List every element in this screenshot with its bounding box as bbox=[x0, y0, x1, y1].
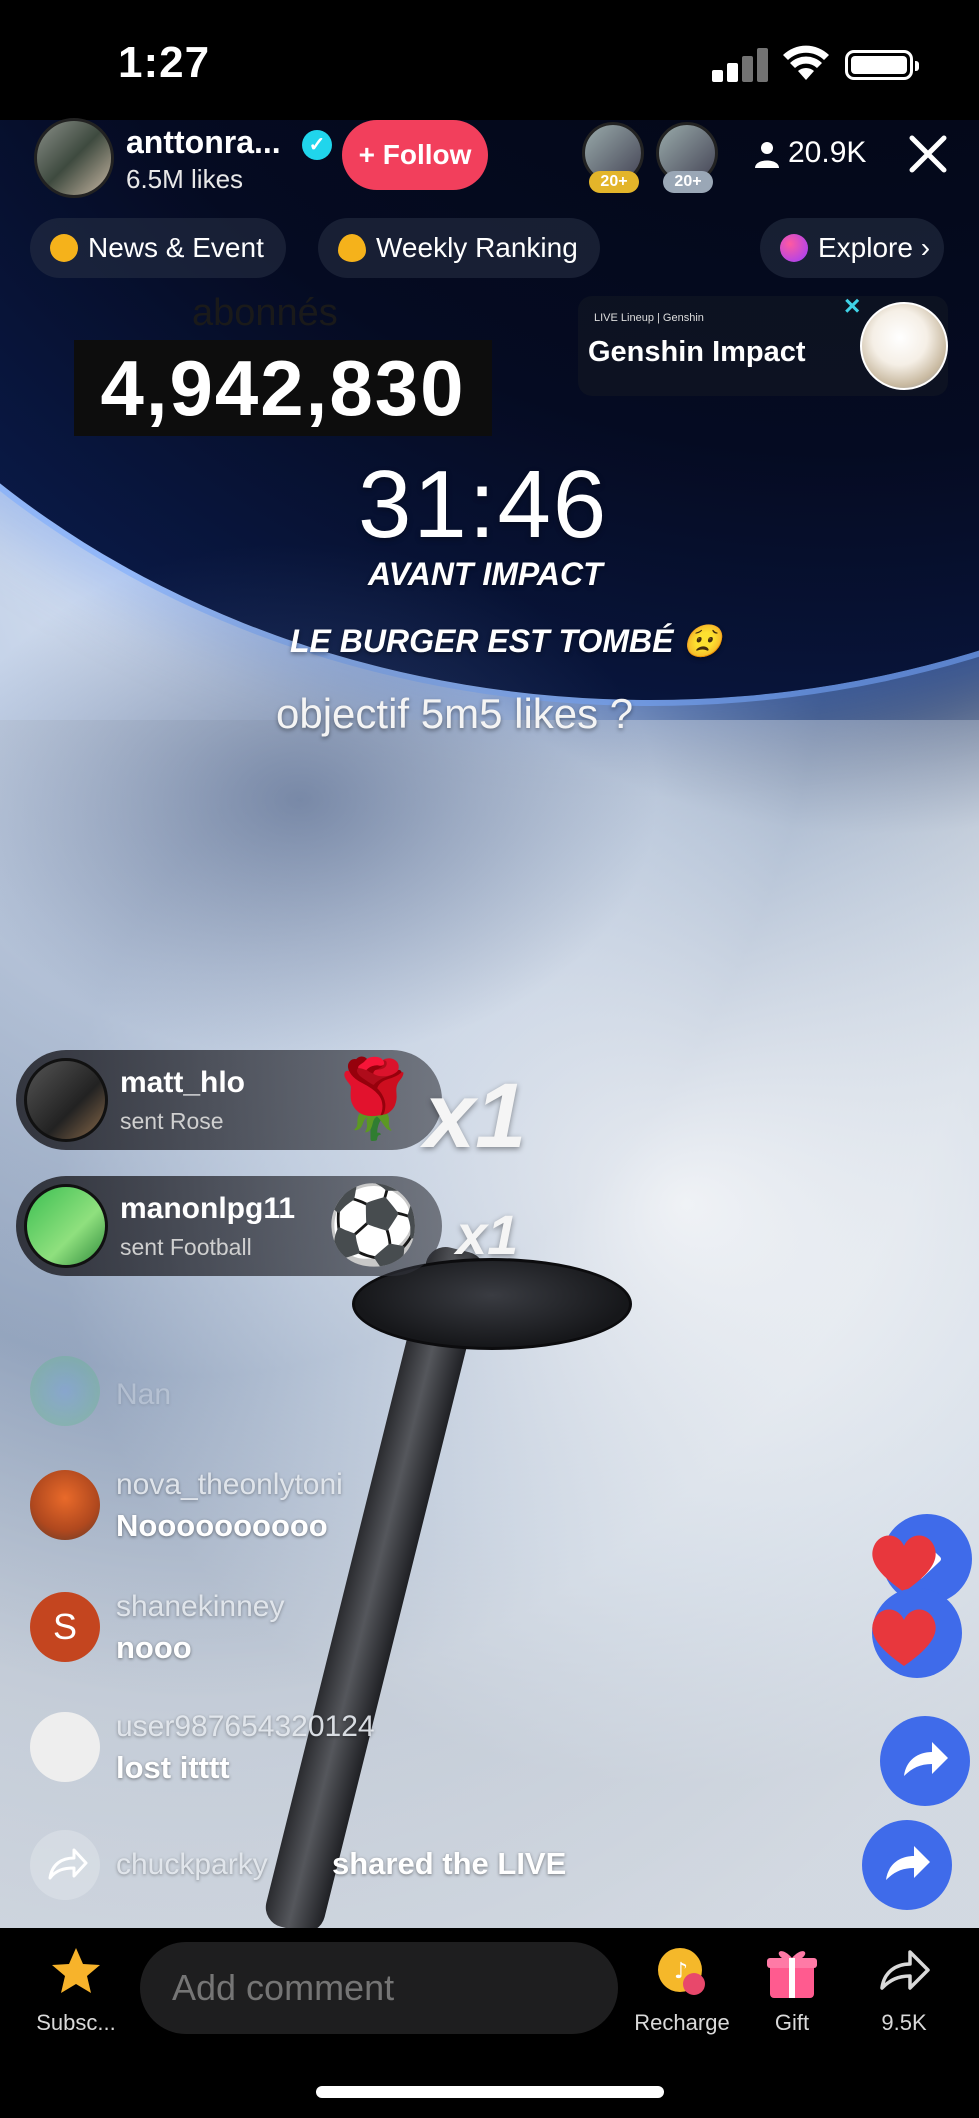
viewer-badge: 20+ bbox=[589, 171, 639, 193]
gifter-avatar bbox=[24, 1058, 108, 1142]
svg-text:♪: ♪ bbox=[674, 1959, 688, 1984]
close-icon[interactable] bbox=[906, 132, 950, 176]
viewer-badge: 20+ bbox=[663, 171, 713, 193]
comment-text: Noooooooooo bbox=[116, 1508, 328, 1543]
person-icon bbox=[755, 142, 779, 168]
share-count: 9.5K bbox=[881, 2010, 927, 2035]
subscriber-counter: 4,942,830 bbox=[74, 340, 492, 436]
commenter-avatar bbox=[30, 1470, 100, 1540]
impact-caption: AVANT IMPACT bbox=[368, 556, 603, 592]
weekly-ranking-pill[interactable]: Weekly Ranking bbox=[318, 218, 600, 278]
top-viewer-avatar[interactable]: 20+ bbox=[582, 122, 644, 193]
comment-text: lost itttt bbox=[116, 1750, 230, 1785]
commenter-name: shanekinney bbox=[116, 1590, 285, 1623]
gift-banner[interactable]: matt_hlo sent Rose 🌹 bbox=[16, 1050, 442, 1150]
gift-box-icon bbox=[767, 1951, 817, 1998]
subscribe-button[interactable]: Subsc... bbox=[28, 1928, 124, 2036]
gift-banner[interactable]: manonlpg11 sent Football ⚽ bbox=[16, 1176, 442, 1276]
burger-caption: LE BURGER EST TOMBÉ 😟 bbox=[290, 623, 723, 659]
gifter-name: manonlpg11 bbox=[120, 1192, 296, 1225]
explore-label: Explore › bbox=[818, 232, 931, 263]
commenter-name: nova_theonlytoni bbox=[116, 1468, 343, 1501]
subscribe-label: Subsc... bbox=[36, 2010, 116, 2035]
viewer-count[interactable]: 20.9K bbox=[788, 136, 866, 170]
commenter-avatar bbox=[30, 1712, 100, 1782]
share-button[interactable] bbox=[880, 1716, 970, 1806]
flame-icon bbox=[338, 234, 366, 262]
explore-pill[interactable]: Explore › bbox=[760, 218, 945, 278]
news-event-pill[interactable]: News & Event bbox=[30, 218, 286, 278]
weekly-ranking-label: Weekly Ranking bbox=[376, 232, 578, 263]
wifi-icon bbox=[783, 45, 829, 80]
promo-card[interactable]: LIVE Lineup | Genshin Genshin Impact bbox=[578, 296, 948, 396]
host-likes: 6.5M likes bbox=[126, 164, 244, 194]
sharer-name: chuckparky bbox=[116, 1848, 268, 1881]
commenter-avatar bbox=[30, 1356, 100, 1426]
add-comment-input[interactable] bbox=[140, 1942, 618, 2034]
status-bar: 1:27 bbox=[0, 0, 979, 120]
football-gift-icon: ⚽ bbox=[326, 1183, 421, 1268]
share-live-button[interactable]: 9.5K bbox=[862, 1928, 946, 2036]
verified-icon: ✓ bbox=[302, 130, 332, 160]
follow-button[interactable]: + Follow bbox=[342, 120, 488, 190]
gift-label: Gift bbox=[774, 2010, 810, 2035]
share-arrow-icon bbox=[880, 1950, 930, 1990]
host-name[interactable]: anttonra... bbox=[126, 124, 281, 161]
coin-icon: ♪ bbox=[658, 1948, 705, 1995]
promo-subtitle: LIVE Lineup | Genshin bbox=[594, 312, 704, 324]
planet-icon bbox=[780, 234, 808, 262]
promo-close-icon[interactable]: × bbox=[844, 290, 860, 322]
hashtag-icon bbox=[50, 234, 78, 262]
likes-goal-caption: objectif 5m5 likes ? bbox=[276, 690, 634, 737]
commenter-name: Nan bbox=[116, 1378, 172, 1411]
share-text: shared the LIVE bbox=[332, 1846, 567, 1881]
home-indicator[interactable] bbox=[316, 2086, 664, 2098]
battery-icon bbox=[845, 50, 919, 80]
gifter-avatar bbox=[24, 1184, 108, 1268]
promo-title: Genshin Impact bbox=[588, 336, 806, 368]
recharge-label: Recharge bbox=[634, 2010, 730, 2035]
subscribers-label: abonnés bbox=[192, 292, 338, 334]
share-icon bbox=[30, 1830, 100, 1900]
gifter-name: matt_hlo bbox=[120, 1066, 246, 1099]
star-icon bbox=[52, 1948, 100, 1993]
share-arrow-icon bbox=[904, 1742, 948, 1776]
comment-text: nooo bbox=[116, 1630, 192, 1665]
status-time: 1:27 bbox=[118, 38, 211, 87]
news-event-label: News & Event bbox=[88, 232, 264, 263]
recharge-button[interactable]: ♪ Recharge bbox=[630, 1928, 734, 2036]
promo-character-image bbox=[860, 302, 948, 390]
signal-icon bbox=[712, 48, 768, 82]
top-viewer-avatar[interactable]: 20+ bbox=[656, 122, 718, 193]
host-avatar[interactable] bbox=[34, 118, 114, 198]
countdown-timer: 31:46 bbox=[358, 451, 609, 558]
gift-multiplier: x1 bbox=[424, 1065, 527, 1167]
commenter-avatar: S bbox=[30, 1592, 100, 1662]
live-header: anttonra... ✓ 6.5M likes + Follow 20+ 20… bbox=[0, 118, 979, 198]
commenter-name: user987654320124 bbox=[116, 1710, 375, 1743]
gift-action: sent Rose bbox=[120, 1108, 224, 1134]
heart-icon bbox=[872, 1609, 936, 1666]
gift-button[interactable]: Gift bbox=[752, 1928, 832, 2036]
gift-action: sent Football bbox=[120, 1234, 252, 1260]
rose-gift-icon: 🌹 bbox=[326, 1057, 421, 1142]
heart-icon bbox=[872, 1535, 936, 1592]
gift-multiplier: x1 bbox=[456, 1203, 519, 1266]
share-button[interactable] bbox=[862, 1820, 952, 1910]
share-arrow-icon bbox=[886, 1846, 930, 1880]
